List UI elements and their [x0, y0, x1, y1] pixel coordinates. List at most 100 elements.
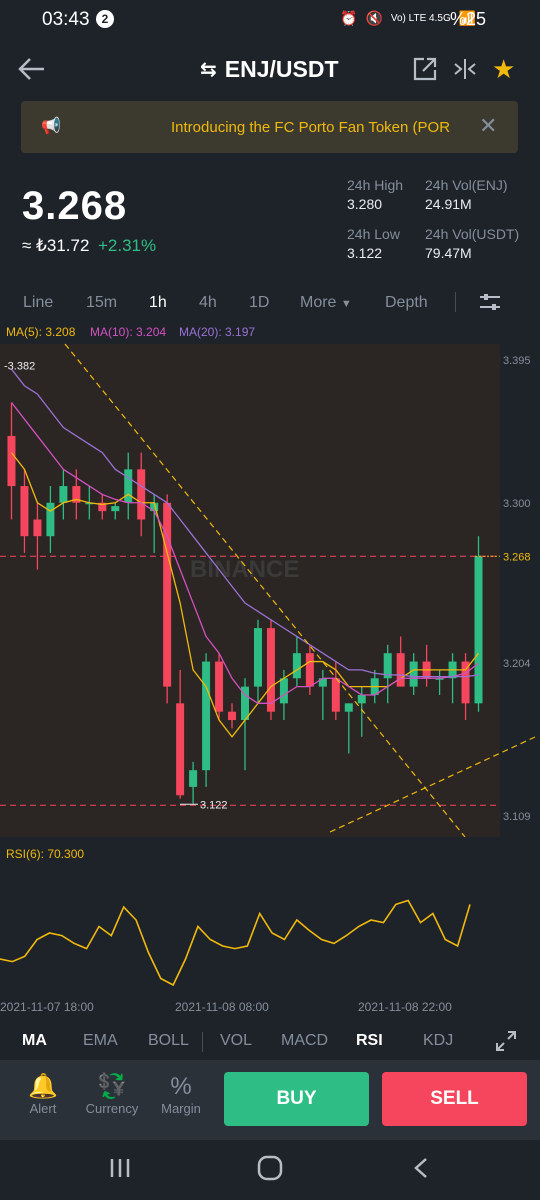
- low-annotation: 3.122: [200, 799, 228, 811]
- percent-icon: %: [170, 1073, 192, 1100]
- ind-macd[interactable]: MACD: [281, 1032, 328, 1050]
- swap-icon: ⇆: [200, 59, 217, 81]
- candle-body: [137, 469, 146, 520]
- vol-enj-label: 24h Vol(ENJ): [425, 177, 508, 193]
- candle-body: [474, 556, 483, 704]
- expand-icon: [496, 1031, 516, 1051]
- banner-text: Introducing the FC Porto Fan Token (POR: [171, 119, 451, 136]
- bell-icon: 🔔: [28, 1073, 58, 1100]
- candle-body: [59, 486, 68, 503]
- candle-body: [46, 502, 55, 537]
- candle-body: [20, 486, 29, 537]
- tab-depth[interactable]: Depth: [385, 294, 428, 312]
- margin-button[interactable]: % Margin: [146, 1073, 216, 1116]
- candle-body: [7, 435, 16, 487]
- back-arrow-icon: [18, 58, 44, 80]
- home-icon[interactable]: [256, 1154, 284, 1182]
- candle-body: [279, 678, 288, 704]
- rsi-legend: RSI(6): 70.300: [6, 847, 84, 861]
- banner-close-button[interactable]: ✕: [479, 113, 497, 139]
- share-icon: [413, 57, 437, 81]
- margin-label: Margin: [161, 1101, 201, 1116]
- share-button[interactable]: [412, 56, 440, 84]
- fullscreen-button[interactable]: [495, 1030, 517, 1057]
- candle-body: [461, 661, 470, 704]
- caret-down-icon: ▼: [340, 298, 352, 310]
- star-icon: ★: [492, 54, 516, 84]
- tab-more[interactable]: More ▼: [300, 294, 352, 312]
- candle-body: [189, 770, 198, 787]
- candle-body: [357, 694, 366, 704]
- back-nav-icon[interactable]: [410, 1156, 434, 1180]
- recents-icon[interactable]: [108, 1156, 132, 1180]
- y-tick-label: 3.268: [503, 551, 531, 563]
- tab-15m[interactable]: 15m: [86, 294, 117, 312]
- ind-vol[interactable]: VOL: [220, 1032, 252, 1050]
- chart-settings-button[interactable]: [478, 292, 502, 317]
- tab-1h[interactable]: 1h: [149, 294, 167, 312]
- y-tick-label: 3.204: [503, 658, 531, 670]
- candle-body: [409, 661, 418, 687]
- candle-body: [176, 703, 185, 796]
- candle-body: [33, 519, 42, 537]
- candle-body: [202, 661, 211, 771]
- candle-body: [228, 711, 237, 721]
- tab-4h[interactable]: 4h: [199, 294, 217, 312]
- tab-divider: [455, 292, 456, 312]
- alert-button[interactable]: 🔔 Alert: [8, 1073, 78, 1116]
- vol-usdt-label: 24h Vol(USDT): [425, 226, 520, 242]
- megaphone-icon: 📢: [41, 118, 61, 135]
- fiat-price: ≈ ₺31.72: [22, 236, 90, 255]
- ind-ema[interactable]: EMA: [83, 1032, 118, 1050]
- tab-1d[interactable]: 1D: [249, 294, 269, 312]
- candle-body: [124, 469, 133, 503]
- compare-button[interactable]: [452, 56, 480, 84]
- ind-boll[interactable]: BOLL: [148, 1032, 189, 1050]
- ind-rsi[interactable]: RSI: [356, 1032, 383, 1050]
- candle-body: [215, 661, 224, 712]
- favorite-button[interactable]: ★: [492, 54, 515, 85]
- ind-kdj[interactable]: KDJ: [423, 1032, 453, 1050]
- currency-convert-icon: 💱: [97, 1073, 127, 1100]
- candle-body: [111, 506, 120, 512]
- sell-button[interactable]: SELL: [382, 1072, 527, 1126]
- y-tick-label: 3.395: [503, 355, 531, 367]
- candle-body: [344, 703, 353, 712]
- rsi-line: [0, 899, 471, 987]
- split-icon: [454, 59, 476, 79]
- vol-usdt-value: 79.47M: [425, 245, 472, 261]
- alarm-icon: ⏰: [340, 10, 358, 26]
- high-annotation: -3.382: [4, 361, 35, 373]
- candle-body: [266, 628, 275, 712]
- tab-line[interactable]: Line: [23, 294, 53, 312]
- buy-button[interactable]: BUY: [224, 1072, 369, 1126]
- tab-more-label: More: [300, 294, 337, 311]
- price-change: +2.31%: [98, 236, 157, 255]
- battery-level: %25: [450, 9, 487, 29]
- rsi-xlabel-3: 2021-11-08 22:00: [358, 1000, 452, 1014]
- rsi-xlabel-2: 2021-11-08 08:00: [175, 1000, 269, 1014]
- low-label: 24h Low: [347, 226, 400, 242]
- y-tick-label: 3.300: [503, 498, 531, 510]
- pair-title: ENJ/USDT: [224, 56, 339, 82]
- currency-button[interactable]: 💱 Currency: [77, 1073, 147, 1116]
- status-time: 03:43: [42, 9, 90, 30]
- candle-body: [305, 653, 314, 687]
- system-nav-bar: [0, 1140, 540, 1200]
- rsi-chart[interactable]: RSI(6): 70.300 2021-11-07 18:00 2021-11-…: [0, 838, 540, 1018]
- high-label: 24h High: [347, 177, 404, 193]
- ind-ma[interactable]: MA: [22, 1032, 47, 1050]
- candlestick-chart[interactable]: BINANCE 3.395 3.300 3.268 3.204 3.109 -3.382 3…: [0, 322, 540, 837]
- chart-background: [0, 344, 500, 837]
- pair-selector[interactable]: ⇆ ENJ/USDT: [200, 56, 339, 83]
- back-button[interactable]: [16, 56, 48, 84]
- candle-body: [331, 678, 340, 712]
- notification-badge: 2: [96, 10, 114, 28]
- alert-label: Alert: [29, 1101, 57, 1116]
- y-tick-label: 3.109: [503, 811, 531, 823]
- announcement-banner[interactable]: 📢 Introducing the FC Porto Fan Token (PO…: [21, 101, 518, 153]
- currency-label: Currency: [85, 1101, 139, 1116]
- candle-body: [292, 653, 301, 679]
- last-price: 3.268: [22, 184, 128, 228]
- status-bar: 03:43 2 ⏰ 🔇 Vo) LTE 4.5G 📶 %25: [0, 0, 540, 40]
